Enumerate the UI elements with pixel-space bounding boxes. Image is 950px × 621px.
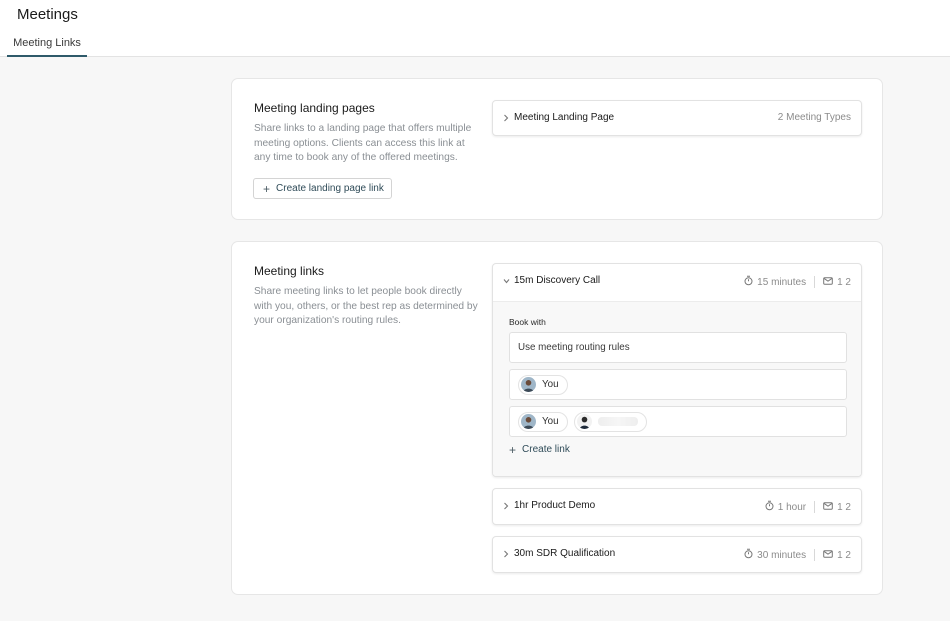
meeting-count: 1 2 (837, 501, 851, 513)
meeting-types-count: 2 Meeting Types (777, 112, 851, 123)
redacted-name (597, 417, 638, 426)
teammate-chip (573, 411, 647, 432)
book-with-panel: Book with Use meeting routing rules You (493, 301, 861, 476)
user-chip-label: You (542, 416, 559, 427)
create-landing-page-link-label: Create landing page link (276, 183, 384, 194)
chevron-right-icon (502, 113, 510, 123)
stopwatch-icon (744, 548, 753, 562)
avatar (576, 414, 592, 429)
meeting-row[interactable]: 1hr Product Demo 1 hour 1 2 (492, 488, 862, 525)
meta-divider (814, 501, 816, 513)
meeting-title: 15m Discovery Call (514, 275, 601, 286)
meeting-duration: 30 minutes (757, 549, 807, 561)
routing-rules-option[interactable]: Use meeting routing rules (509, 332, 847, 363)
chevron-right-icon (502, 549, 510, 559)
stopwatch-icon (765, 500, 774, 514)
create-link-label: Create link (522, 444, 570, 455)
user-chip: You (518, 411, 568, 432)
meeting-duration: 1 hour (777, 501, 807, 513)
book-with-you-option[interactable]: You (509, 369, 847, 400)
landing-pages-title: Meeting landing pages (254, 101, 375, 115)
user-chip: You (518, 374, 568, 395)
user-chip-label: You (542, 379, 559, 390)
landing-pages-description: Share links to a landing page that offer… (254, 123, 472, 164)
avatar (521, 414, 536, 429)
meeting-links-card: Meeting links Share meeting links to let… (231, 241, 883, 595)
meeting-meta: 1 hour 1 2 (765, 500, 851, 514)
envelope-icon (823, 276, 833, 288)
chevron-right-icon (502, 501, 510, 511)
meeting-meta: 30 minutes 1 2 (744, 548, 851, 562)
meeting-meta: 15 minutes 1 2 (744, 275, 851, 289)
meeting-duration: 15 minutes (757, 276, 807, 288)
meeting-title: 1hr Product Demo (514, 500, 596, 511)
meeting-row: 15m Discovery Call 15 minutes 1 2 Book w… (492, 263, 862, 477)
envelope-icon (823, 549, 833, 561)
landing-pages-card: Meeting landing pages Share links to a l… (231, 78, 883, 220)
create-landing-page-link-button[interactable]: + Create landing page link (253, 178, 392, 199)
routing-rules-label: Use meeting routing rules (518, 342, 630, 353)
meeting-row[interactable]: 30m SDR Qualification 30 minutes 1 2 (492, 536, 862, 573)
book-with-group-option[interactable]: You (509, 406, 847, 437)
top-bar: Meetings Meeting Links (0, 0, 950, 57)
meta-divider (814, 276, 816, 288)
tab-meeting-links[interactable]: Meeting Links (7, 37, 87, 57)
meeting-count: 1 2 (837, 549, 851, 561)
stopwatch-icon (744, 275, 753, 289)
plus-icon: + (509, 442, 517, 457)
meeting-title: 30m SDR Qualification (514, 548, 616, 559)
landing-page-meta: 2 Meeting Types (778, 112, 851, 123)
book-with-label: Book with (509, 317, 546, 327)
plus-icon: + (263, 181, 271, 196)
chevron-down-icon (502, 276, 510, 286)
meeting-row-header[interactable]: 15m Discovery Call 15 minutes 1 2 (493, 264, 861, 300)
landing-page-title: Meeting Landing Page (514, 112, 615, 123)
meeting-count: 1 2 (837, 276, 851, 288)
landing-page-row[interactable]: Meeting Landing Page 2 Meeting Types (492, 100, 862, 136)
meeting-links-description: Share meeting links to let people book d… (254, 286, 478, 327)
page-title: Meetings (17, 6, 78, 23)
create-link-button[interactable]: + Create link (509, 442, 570, 457)
envelope-icon (823, 501, 833, 513)
meta-divider (814, 549, 816, 561)
avatar (521, 377, 536, 392)
meeting-links-title: Meeting links (254, 264, 325, 278)
